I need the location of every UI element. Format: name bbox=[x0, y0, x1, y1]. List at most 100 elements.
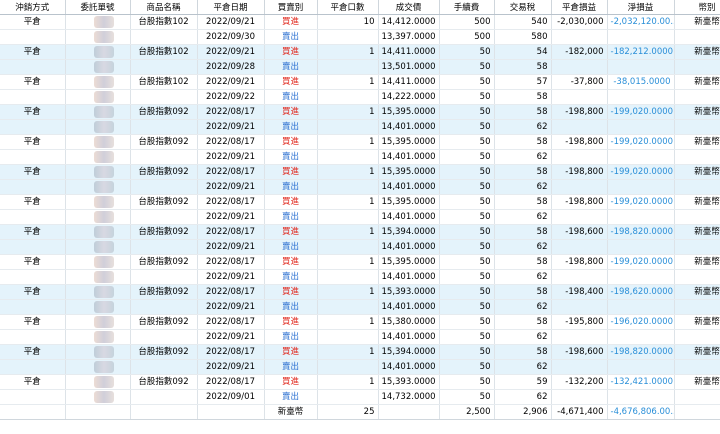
redacted-order-number bbox=[93, 316, 114, 328]
table-row[interactable]: 2022/09/21 賣出 14,401.0000 50 62 bbox=[0, 239, 720, 255]
table-row[interactable]: 平倉 台股指數102 2022/09/21 買進 1 14,411.0000 50 57 -37… bbox=[0, 74, 720, 90]
table-row[interactable]: 2022/09/21 賣出 14,401.0000 50 62 bbox=[0, 209, 720, 225]
col-header-close-date[interactable]: 平倉日期 bbox=[197, 0, 265, 15]
redacted-order-number bbox=[93, 16, 114, 28]
cell-price: 14,401.0000 bbox=[378, 149, 440, 165]
col-header-currency[interactable]: 幣別 bbox=[674, 0, 720, 15]
table-row[interactable]: 平倉 台股指數092 2022/08/17 買進 1 15,395.0000 50 58 -19… bbox=[0, 104, 720, 120]
col-header-pnl[interactable]: 平倉損益 bbox=[551, 0, 608, 15]
cell-side: 買進 bbox=[264, 224, 318, 240]
table-row[interactable]: 平倉 台股指數102 2022/09/21 買進 1 14,411.0000 50 54 -18… bbox=[0, 44, 720, 60]
col-header-order-no[interactable]: 委託單號 bbox=[65, 0, 131, 15]
cell-side: 買進 bbox=[264, 254, 318, 270]
cell-product: 台股指數092 bbox=[130, 134, 198, 150]
cell-fee: 50 bbox=[439, 359, 495, 375]
table-row[interactable]: 平倉 台股指數092 2022/08/17 買進 1 15,395.0000 50 58 -19… bbox=[0, 134, 720, 150]
cell-side: 買進 bbox=[264, 374, 318, 390]
cell-close-date: 2022/08/17 bbox=[197, 254, 265, 270]
cell-side: 賣出 bbox=[264, 209, 318, 225]
table-row[interactable]: 2022/09/22 賣出 14,222.0000 50 58 bbox=[0, 89, 720, 105]
table-row[interactable]: 平倉 台股指數092 2022/08/17 買進 1 15,380.0000 50 58 -19… bbox=[0, 314, 720, 330]
cell-price: 14,222.0000 bbox=[378, 89, 440, 105]
col-header-qty[interactable]: 平倉口數 bbox=[317, 0, 379, 15]
cell-qty: 1 bbox=[317, 194, 379, 210]
table-row[interactable]: 平倉 台股指數102 2022/09/21 買進 10 14,412.0000 500 540… bbox=[0, 14, 720, 30]
table-row[interactable]: 平倉 台股指數092 2022/08/17 買進 1 15,393.0000 50 58 -19… bbox=[0, 284, 720, 300]
cell-pnl bbox=[551, 389, 608, 405]
cell-order-no bbox=[65, 284, 131, 300]
table-row[interactable]: 2022/09/30 賣出 13,397.0000 500 580 bbox=[0, 29, 720, 45]
cell-currency bbox=[674, 239, 720, 255]
cell-pnl: -198,800 bbox=[551, 194, 608, 210]
col-header-net-pnl[interactable]: 淨損益 bbox=[607, 0, 675, 15]
table-row[interactable]: 2022/09/21 賣出 14,401.0000 50 62 bbox=[0, 329, 720, 345]
cell-price: 15,395.0000 bbox=[378, 254, 440, 270]
cell-tax: 62 bbox=[494, 299, 552, 315]
cell-close-date: 2022/09/21 bbox=[197, 119, 265, 135]
cell-fee: 50 bbox=[439, 284, 495, 300]
cell-method: 平倉 bbox=[0, 374, 66, 390]
cell-tax: 62 bbox=[494, 209, 552, 225]
cell-net-pnl bbox=[607, 119, 675, 135]
cell-close-date: 2022/09/01 bbox=[197, 389, 265, 405]
cell-tax: 58 bbox=[494, 59, 552, 75]
cell-fee: 50 bbox=[439, 59, 495, 75]
summary-fee: 2,500 bbox=[439, 404, 495, 420]
cell-product bbox=[130, 149, 198, 165]
cell-net-pnl bbox=[607, 89, 675, 105]
cell-side: 賣出 bbox=[264, 59, 318, 75]
cell-method bbox=[0, 389, 66, 405]
table-row[interactable]: 平倉 台股指數092 2022/08/17 買進 1 15,394.0000 50 58 -19… bbox=[0, 344, 720, 360]
table-row[interactable]: 平倉 台股指數092 2022/08/17 買進 1 15,395.0000 50 58 -19… bbox=[0, 194, 720, 210]
cell-tax: 54 bbox=[494, 44, 552, 60]
redacted-order-number bbox=[93, 136, 114, 148]
cell-side: 賣出 bbox=[264, 269, 318, 285]
cell-net-pnl: -182,212.0000 bbox=[607, 44, 675, 60]
cell-fee: 50 bbox=[439, 89, 495, 105]
cell-qty: 1 bbox=[317, 134, 379, 150]
cell-net-pnl: -198,820.0000 bbox=[607, 344, 675, 360]
cell-price: 15,394.0000 bbox=[378, 224, 440, 240]
cell-currency bbox=[674, 89, 720, 105]
cell-method bbox=[0, 209, 66, 225]
cell-order-no bbox=[65, 104, 131, 120]
table-row[interactable]: 平倉 台股指數092 2022/08/17 買進 1 15,394.0000 50 58 -19… bbox=[0, 224, 720, 240]
table-row[interactable]: 2022/09/21 賣出 14,401.0000 50 62 bbox=[0, 119, 720, 135]
table-row[interactable]: 平倉 台股指數092 2022/08/17 買進 1 15,395.0000 50 58 -19… bbox=[0, 254, 720, 270]
summary-empty-cell bbox=[674, 404, 720, 420]
cell-side: 賣出 bbox=[264, 179, 318, 195]
redacted-order-number bbox=[93, 46, 114, 58]
table-row[interactable]: 平倉 台股指數092 2022/08/17 買進 1 15,395.0000 50 58 -19… bbox=[0, 164, 720, 180]
table-row[interactable]: 2022/09/21 賣出 14,401.0000 50 62 bbox=[0, 149, 720, 165]
col-header-method[interactable]: 沖銷方式 bbox=[0, 0, 66, 15]
col-header-side[interactable]: 買賣別 bbox=[264, 0, 318, 15]
cell-fee: 50 bbox=[439, 329, 495, 345]
cell-side: 賣出 bbox=[264, 119, 318, 135]
cell-pnl: -198,800 bbox=[551, 254, 608, 270]
table-row[interactable]: 2022/09/21 賣出 14,401.0000 50 62 bbox=[0, 269, 720, 285]
cell-product bbox=[130, 389, 198, 405]
cell-net-pnl bbox=[607, 29, 675, 45]
table-row[interactable]: 2022/09/21 賣出 14,401.0000 50 62 bbox=[0, 359, 720, 375]
cell-side: 賣出 bbox=[264, 389, 318, 405]
col-header-tax[interactable]: 交易稅 bbox=[494, 0, 552, 15]
table-row[interactable]: 平倉 台股指數092 2022/08/17 買進 1 15,393.0000 50 59 -13… bbox=[0, 374, 720, 390]
cell-qty: 1 bbox=[317, 44, 379, 60]
cell-side: 買進 bbox=[264, 74, 318, 90]
table-row[interactable]: 2022/09/21 賣出 14,401.0000 50 62 bbox=[0, 299, 720, 315]
col-header-product[interactable]: 商品名稱 bbox=[130, 0, 198, 15]
col-header-fee[interactable]: 手續費 bbox=[439, 0, 495, 15]
cell-fee: 50 bbox=[439, 269, 495, 285]
cell-net-pnl: -198,820.0000 bbox=[607, 224, 675, 240]
cell-qty bbox=[317, 269, 379, 285]
cell-price: 14,732.0000 bbox=[378, 389, 440, 405]
cell-fee: 50 bbox=[439, 314, 495, 330]
table-row[interactable]: 2022/09/01 賣出 14,732.0000 50 62 bbox=[0, 389, 720, 405]
cell-price: 14,411.0000 bbox=[378, 44, 440, 60]
cell-close-date: 2022/09/28 bbox=[197, 59, 265, 75]
table-row[interactable]: 2022/09/21 賣出 14,401.0000 50 62 bbox=[0, 179, 720, 195]
cell-close-date: 2022/09/21 bbox=[197, 14, 265, 30]
col-header-price[interactable]: 成交價 bbox=[378, 0, 440, 15]
cell-product bbox=[130, 329, 198, 345]
table-row[interactable]: 2022/09/28 賣出 13,501.0000 50 58 bbox=[0, 59, 720, 75]
